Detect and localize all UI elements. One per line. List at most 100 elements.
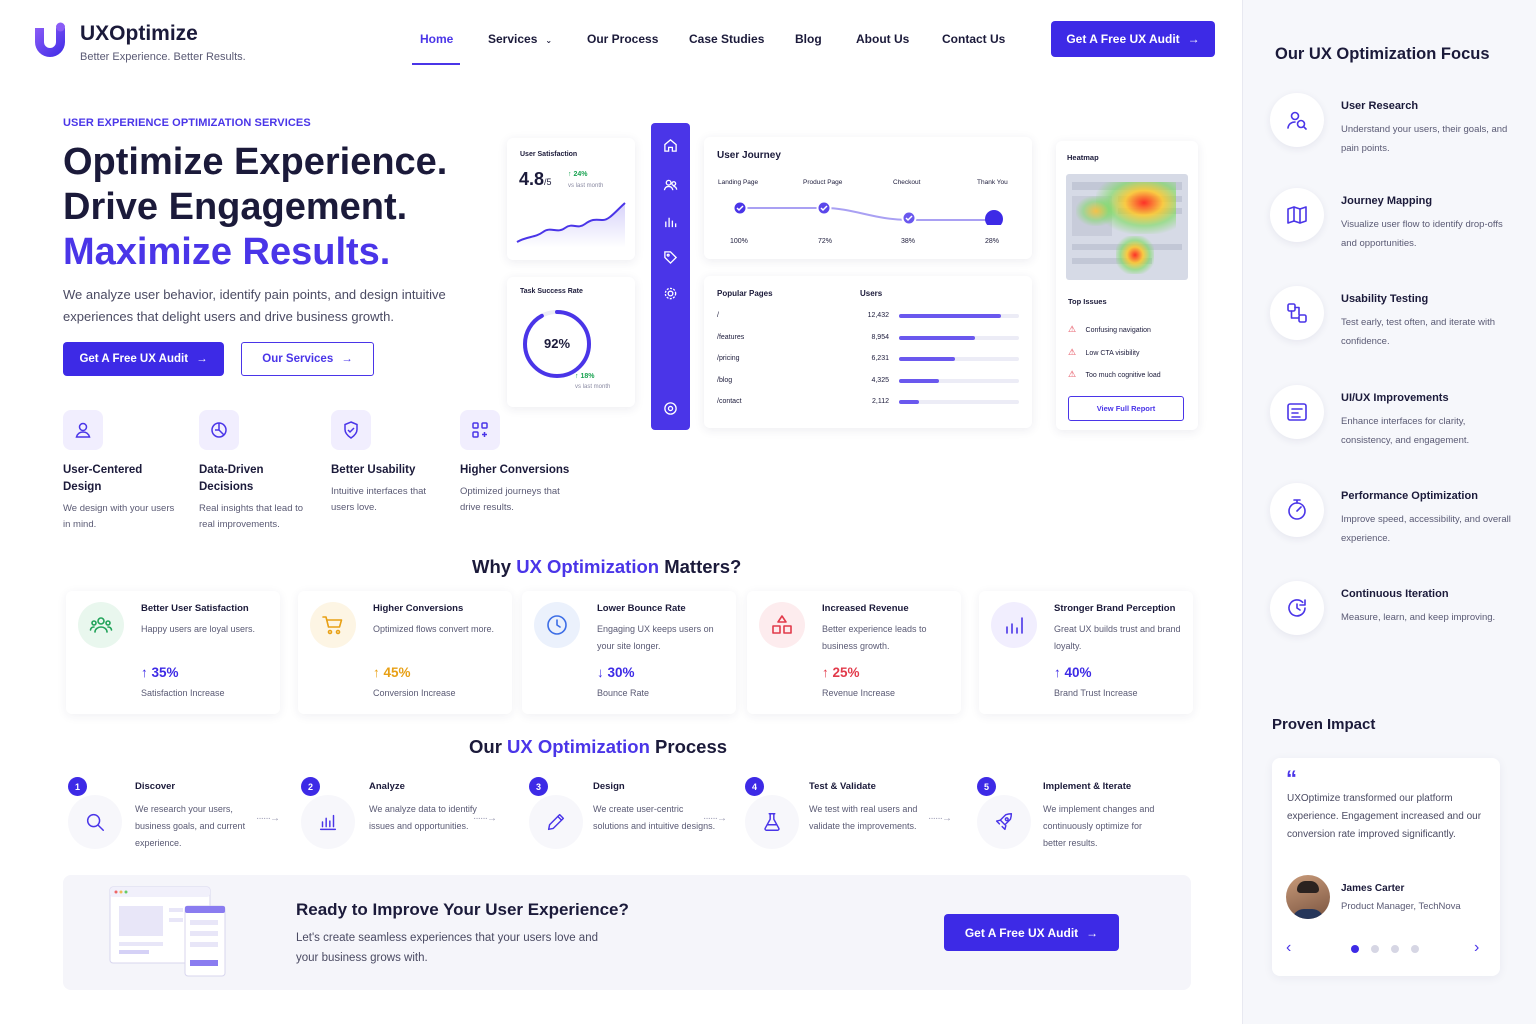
hero-heading-line1: Optimize Experience. [63,141,448,183]
users-icon[interactable] [663,178,678,193]
warning-icon: ⚠ [1068,347,1077,357]
step-number: 2 [301,777,320,796]
hero-services-button[interactable]: Our Services → [241,342,374,376]
arrow-right-icon: → [1187,32,1200,46]
why-card-desc: Great UX builds trust and brand loyalty. [1054,624,1181,651]
hero-audit-button[interactable]: Get A Free UX Audit → [63,342,224,376]
next-arrow-icon[interactable]: › [1474,939,1479,957]
brand-name: UXOptimize [80,22,198,45]
carousel-dot[interactable] [1351,945,1359,953]
why-card-desc: Better experience leads to business grow… [822,624,927,651]
home-icon[interactable] [663,138,678,153]
popular-page-row[interactable]: /features 8,954 [704,334,1032,346]
page-path: /blog [717,376,733,384]
why-card-value: ↑ 25% [822,665,860,680]
header-audit-button[interactable]: Get A Free UX Audit → [1051,21,1215,57]
satisfaction-number: 4.8 [519,169,545,189]
impact-title: Proven Impact [1272,716,1376,733]
bar-chart-icon[interactable] [663,214,678,229]
nav-about-us[interactable]: About Us [856,32,909,46]
view-full-report-button[interactable]: View Full Report [1068,396,1184,421]
settings-circle-icon[interactable] [663,401,678,416]
popular-page-row[interactable]: / 12,432 [704,312,1032,324]
page-users: 12,432 [867,312,889,319]
process-title-post: Process [649,736,728,757]
top-issues-title: Top Issues [1068,297,1107,306]
nav-contact-us[interactable]: Contact Us [942,32,1005,46]
carousel-dot[interactable] [1371,945,1379,953]
tag-icon[interactable] [663,250,678,265]
why-card: Lower Bounce Rate Engaging UX keeps users… [522,591,736,714]
focus-item-desc: Understand your users, their goals, and … [1341,124,1508,154]
feature-title: Data-Driven Decisions [199,464,264,493]
nav-services[interactable]: Services ⌄ [488,32,552,46]
warning-icon: ⚠ [1068,324,1077,334]
focus-item-title: Performance Optimization [1341,490,1478,502]
feature-title: Higher Conversions [460,464,570,476]
avatar [1286,875,1330,919]
step-number: 5 [977,777,996,796]
focus-item-desc: Measure, learn, and keep improving. [1341,612,1496,623]
chevron-down-icon: ⌄ [545,36,553,45]
step-arrow-icon: ······→ [703,813,727,824]
carousel-dot[interactable] [1411,945,1419,953]
nav-our-process[interactable]: Our Process [587,32,658,46]
feature-desc: Intuitive interfaces that users love. [331,486,427,513]
journey-step-label: Thank You [977,179,1008,186]
journey-title: User Journey [717,150,781,161]
why-card-title: Increased Revenue [822,603,909,614]
nav-home[interactable]: Home [420,32,453,46]
step-desc: We test with real users and validate the… [809,804,918,831]
popular-page-row[interactable]: /blog 4,325 [704,377,1032,389]
focus-item-title: Usability Testing [1341,293,1429,305]
popular-page-row[interactable]: /contact 2,112 [704,398,1032,410]
nav-blog[interactable]: Blog [795,32,822,46]
hero-heading-line3: Maximize Results. [63,231,391,273]
page-path: /pricing [717,355,740,362]
focus-item-title: UI/UX Improvements [1341,392,1449,404]
page-path: / [717,312,719,319]
main-content: UXOptimize Better Experience. Better Res… [0,0,1242,1024]
why-section-title: Why UX Optimization Matters? [472,556,741,578]
user-journey-card: User Journey Landing Page Product Page C… [704,137,1032,259]
step-arrow-icon: ······→ [928,813,952,824]
flask-icon [745,795,799,849]
page-share-track [899,335,1019,340]
focus-item-title: Journey Mapping [1341,195,1433,207]
cta-audit-button-label: Get A Free UX Audit [964,925,1079,940]
page-users: 8,954 [871,333,889,341]
quote-icon: “ [1286,766,1297,791]
prev-arrow-icon[interactable]: ‹ [1286,939,1291,957]
step-title: Discover [135,781,176,792]
step-number: 3 [529,777,548,796]
focus-title: Our UX Optimization Focus [1275,45,1490,63]
testimonial-role: Product Manager, TechNova [1341,901,1461,912]
nav-services-label: Services [488,32,538,46]
journey-step-label: Landing Page [718,179,759,186]
page-share-track [899,314,1019,318]
why-card-desc: Engaging UX keeps users on your site lon… [597,624,714,651]
page-share-bar [899,400,920,404]
carousel-dot[interactable] [1391,945,1399,953]
cta-audit-button[interactable]: Get A Free UX Audit → [944,914,1119,951]
gear-icon[interactable] [663,286,678,301]
why-card: Better User Satisfaction Happy users are … [66,591,280,714]
testimonial-name: James Carter [1341,883,1405,894]
popular-page-row[interactable]: /pricing 6,231 [704,355,1032,367]
search-icon [68,795,122,849]
satisfaction-period: vs last month [568,183,604,189]
why-card-value: ↓ 30% [597,665,635,680]
satisfaction-label: User Satisfaction [520,151,578,158]
focus-item-desc: Improve speed, accessibility, and overal… [1341,514,1511,544]
page-share-track [899,378,1019,383]
page-users: 6,231 [871,355,889,362]
browser-illustration-icon [109,886,226,977]
nav-case-studies[interactable]: Case Studies [689,32,764,46]
clock-icon [534,602,580,648]
brand-tagline: Better Experience. Better Results. [80,51,246,63]
why-card-label: Satisfaction Increase [141,688,225,698]
popular-pages-users-header: Users [860,289,883,298]
arrow-right-icon: → [341,353,353,365]
feature-desc: We design with your users in mind. [63,503,175,530]
why-card: Higher Conversions Optimized flows conver… [298,591,512,714]
